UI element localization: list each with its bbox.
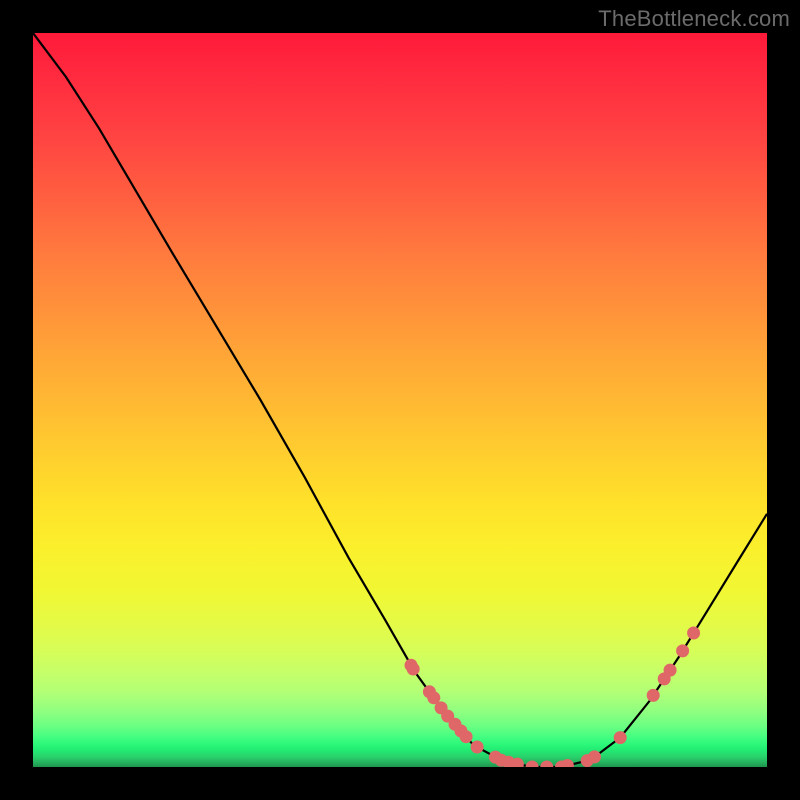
data-points-group xyxy=(405,627,701,768)
data-point xyxy=(460,730,473,743)
watermark-text: TheBottleneck.com xyxy=(598,6,790,32)
data-point xyxy=(647,689,660,702)
data-point xyxy=(687,627,700,640)
performance-curve xyxy=(33,33,767,767)
data-point xyxy=(588,750,601,763)
chart-svg xyxy=(33,33,767,767)
data-point xyxy=(540,761,553,768)
data-point xyxy=(676,644,689,657)
data-point xyxy=(526,761,539,768)
data-point xyxy=(664,664,677,677)
data-point xyxy=(407,663,420,676)
data-point xyxy=(614,731,627,744)
chart-plot-area xyxy=(33,33,767,767)
data-point xyxy=(471,741,484,754)
data-point xyxy=(561,759,574,767)
